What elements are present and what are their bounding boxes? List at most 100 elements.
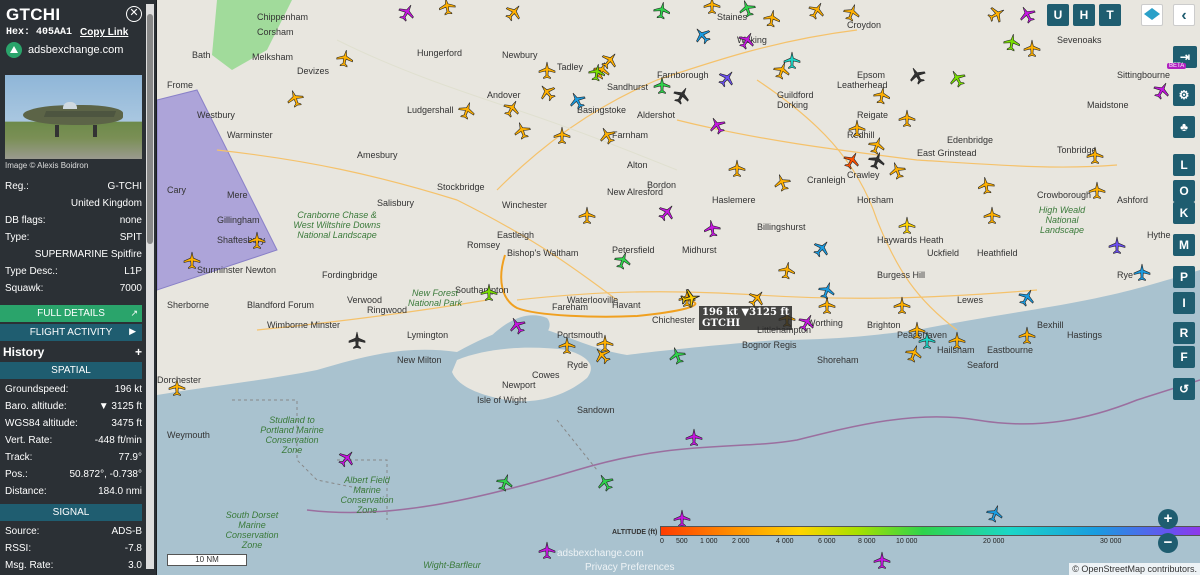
aircraft-icon[interactable]: [652, 0, 673, 20]
place-label: Cranleigh: [807, 175, 846, 185]
aircraft-icon[interactable]: [1023, 39, 1041, 57]
side-button-p[interactable]: P: [1173, 266, 1195, 288]
aircraft-icon[interactable]: [728, 159, 746, 177]
aircraft-icon[interactable]: [818, 296, 836, 314]
collapse-panel-icon[interactable]: ‹: [1173, 4, 1195, 26]
place-label: Chippenham: [257, 12, 309, 22]
layers-icon[interactable]: [1141, 4, 1163, 26]
replay-icon[interactable]: ↺: [1173, 378, 1195, 400]
h-button[interactable]: H: [1073, 4, 1095, 26]
aircraft-icon[interactable]: [1002, 32, 1023, 53]
stats-icon[interactable]: ♣: [1173, 116, 1195, 138]
data-row: Msg. Rate: 3.0: [0, 557, 156, 574]
place-label: Edenbridge: [947, 135, 994, 145]
aircraft-icon[interactable]: [578, 206, 596, 224]
aircraft-icon[interactable]: [948, 331, 966, 349]
close-icon[interactable]: ✕: [126, 6, 142, 22]
data-row: Groundspeed: 196 kt: [0, 381, 156, 398]
aircraft-icon[interactable]: [653, 76, 671, 94]
aircraft-icon[interactable]: [685, 428, 703, 446]
side-button-o[interactable]: O: [1173, 180, 1195, 202]
aircraft-icon[interactable]: [1086, 146, 1104, 164]
place-label: Sittingbourne: [1117, 70, 1171, 80]
beta-badge: BETA: [1167, 63, 1187, 69]
aircraft-icon[interactable]: [553, 126, 571, 144]
side-button-r[interactable]: R: [1173, 322, 1195, 344]
aircraft-icon[interactable]: [762, 8, 783, 29]
aircraft-icon[interactable]: [872, 85, 893, 106]
aircraft-icon[interactable]: [873, 551, 891, 569]
place-label: Winchester: [502, 200, 548, 210]
aircraft-icon[interactable]: [848, 119, 866, 137]
aircraft-icon[interactable]: [335, 48, 356, 69]
history-add-button[interactable]: +: [135, 345, 142, 359]
place-label: Blandford Forum: [247, 300, 315, 310]
place-label: Sherborne: [167, 300, 210, 310]
aircraft-icon[interactable]: [1088, 181, 1106, 199]
place-label: Dorking: [777, 100, 809, 110]
aircraft-icon[interactable]: [1133, 263, 1151, 281]
aircraft-icon[interactable]: [248, 231, 266, 249]
place-label: Shoreham: [817, 355, 859, 365]
row-value: 50.872°, -0.738°: [69, 469, 143, 480]
copy-link-button[interactable]: Copy Link: [80, 27, 128, 38]
legend-label: ALTITUDE (ft): [612, 529, 658, 536]
sidebar-scrollbar[interactable]: [146, 4, 154, 569]
aircraft-icon[interactable]: [898, 216, 916, 234]
privacy-preferences-link[interactable]: Privacy Preferences: [585, 562, 674, 573]
area-label: High Weald National Landscape: [1038, 205, 1086, 235]
aircraft-icon[interactable]: [702, 218, 723, 239]
place-label: Burgess Hill: [877, 270, 926, 280]
place-label: Midhurst: [682, 245, 717, 255]
place-label: Cary: [167, 185, 187, 195]
row-value: ▼ 3125 ft: [98, 401, 142, 412]
side-button-f[interactable]: F: [1173, 346, 1195, 368]
aircraft-icon[interactable]: [480, 283, 498, 301]
legend-tick: 2 000: [732, 538, 750, 545]
reg-label: Reg.:: [5, 181, 29, 192]
row-value: 196 kt: [114, 384, 142, 395]
place-label: Brighton: [867, 320, 901, 330]
flight-activity-button[interactable]: FLIGHT ACTIVITY ▶: [0, 324, 142, 341]
side-button-k[interactable]: K: [1173, 202, 1195, 224]
aircraft-icon[interactable]: [898, 109, 916, 127]
u-button[interactable]: U: [1047, 4, 1069, 26]
aircraft-icon[interactable]: [777, 260, 798, 281]
place-label: Havant: [612, 300, 641, 310]
aircraft-icon[interactable]: [983, 206, 1001, 224]
aircraft-icon[interactable]: [976, 175, 997, 196]
aircraft-icon[interactable]: [703, 0, 721, 14]
aircraft-icon[interactable]: [558, 336, 576, 354]
side-button-l[interactable]: L: [1173, 154, 1195, 176]
full-details-button[interactable]: FULL DETAILS ↗: [0, 305, 142, 322]
settings-icon[interactable]: ⚙: [1173, 84, 1195, 106]
row-label: WGS84 altitude:: [5, 418, 78, 429]
legend-tick: 6 000: [818, 538, 836, 545]
aircraft-icon[interactable]: [1108, 236, 1126, 254]
selected-aircraft-label: 196 kt ▼3125 ft GTCHI: [699, 306, 793, 330]
place-label: Crawley: [847, 170, 880, 180]
place-label: Alton: [627, 160, 648, 170]
aircraft-icon[interactable]: [348, 331, 366, 349]
aircraft-icon[interactable]: [538, 61, 556, 79]
aircraft-icon[interactable]: [673, 509, 691, 527]
aircraft-photo[interactable]: [5, 75, 142, 159]
aircraft-icon[interactable]: [183, 251, 201, 269]
place-label: Heathfield: [977, 248, 1018, 258]
aircraft-icon[interactable]: [1018, 326, 1036, 344]
play-icon: ▶: [129, 326, 136, 336]
map-attribution[interactable]: © OpenStreetMap contributors.: [1069, 563, 1200, 575]
aircraft-icon[interactable]: [538, 541, 556, 559]
side-button-m[interactable]: M: [1173, 234, 1195, 256]
legend-tick: 10 000: [896, 538, 918, 545]
t-button[interactable]: T: [1099, 4, 1121, 26]
aircraft-icon[interactable]: [893, 296, 911, 314]
place-label: Basingstoke: [577, 105, 627, 115]
zoom-in-button[interactable]: +: [1158, 509, 1178, 529]
place-label: Andover: [487, 90, 521, 100]
zoom-out-button[interactable]: −: [1158, 533, 1178, 553]
place-label: Lewes: [957, 295, 984, 305]
aircraft-icon[interactable]: [168, 378, 186, 396]
map-view[interactable]: Chippenham Corsham Bath Melksham Devizes Hung…: [157, 0, 1200, 575]
side-button-i[interactable]: I: [1173, 292, 1195, 314]
